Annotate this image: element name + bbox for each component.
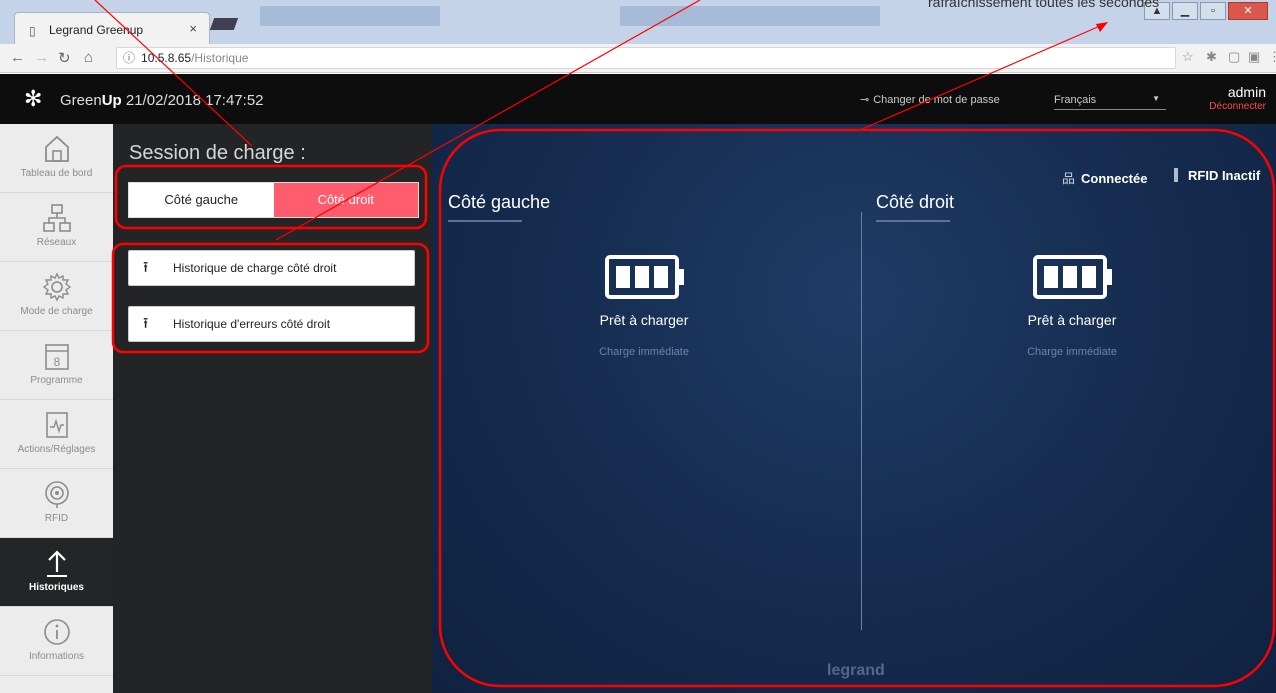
browser-toolbar: ← → ↻ ⌂ ⓘ 10.5.8.65/Historique ☆ ✱ ▢ ▣ ⋮	[0, 44, 1276, 73]
left-side-title: Côté gauche	[448, 192, 551, 212]
browser-tab[interactable]: ▯ Legrand Greenup ×	[14, 12, 210, 45]
window-controls: ▲ ▁ ▫ ✕	[1142, 2, 1268, 26]
language-select[interactable]: Français ▼	[1054, 94, 1166, 110]
window-maximize-icon[interactable]: ▫	[1200, 2, 1226, 20]
key-icon: ⊸	[860, 94, 870, 106]
rfid-card-icon	[1174, 168, 1178, 182]
tabstrip-background-decoration	[620, 6, 880, 26]
annotation-text: rafraîchissement toutes les secondes	[928, 0, 1160, 10]
sidebar-item-information[interactable]: Informations	[0, 607, 113, 676]
language-value: Français	[1054, 94, 1097, 106]
window-close-icon[interactable]: ✕	[1228, 2, 1268, 20]
username: admin	[1227, 84, 1266, 100]
side-toggle-left-button[interactable]: Côté gauche	[129, 183, 274, 217]
browser-tab-title: Legrand Greenup	[49, 23, 144, 37]
header-datetime: 21/02/2018 17:47:52	[125, 92, 264, 109]
calendar-day-number: 8	[53, 355, 60, 369]
sidebar-item-label: Historiques	[28, 582, 84, 593]
charge-history-button[interactable]: ⭱ Historique de charge côté droit	[128, 250, 415, 286]
sidebar-item-history[interactable]: Historiques	[0, 538, 113, 607]
sidebar-item-networks[interactable]: Réseaux	[0, 193, 113, 262]
left-side-state: Prêt à charger	[599, 312, 689, 328]
sidebar-item-label: Programme	[30, 375, 83, 386]
settings-gear-icon[interactable]: ✻	[24, 86, 42, 112]
battery-icon	[605, 255, 684, 299]
right-side-state: Prêt à charger	[1027, 312, 1117, 328]
left-side-mode: Charge immédiate	[599, 346, 689, 358]
reload-icon[interactable]: ↻	[58, 49, 71, 67]
home-icon[interactable]: ⌂	[84, 49, 93, 66]
error-history-label: Historique d'erreurs côté droit	[173, 317, 331, 331]
extension-icon[interactable]: ▢	[1228, 49, 1240, 65]
charge-history-label: Historique de charge côté droit	[173, 261, 337, 275]
sidebar-item-actions-settings[interactable]: Actions/Réglages	[0, 400, 113, 469]
title-underline	[448, 220, 522, 222]
change-password-link[interactable]: ⊸ Changer de mot de passe	[860, 93, 1000, 106]
side-toggle-right-button[interactable]: Côté droit	[273, 183, 418, 217]
sidebar-item-charge-mode[interactable]: Mode de charge	[0, 262, 113, 331]
sidebar: Tableau de bord Réseaux Mode de charge 8…	[0, 124, 113, 693]
right-side-mode: Charge immédiate	[1027, 346, 1117, 358]
upload-arrow-icon: ⭱	[143, 259, 149, 276]
left-side-panel: Côté gauche Prêt à charger Charge immédi…	[432, 184, 832, 644]
window-minimize-icon[interactable]: ▁	[1172, 2, 1198, 20]
caret-down-icon: ▼	[1152, 94, 1160, 103]
sidebar-item-dashboard[interactable]: Tableau de bord	[0, 124, 113, 193]
sidebar-item-rfid[interactable]: RFID	[0, 469, 113, 538]
calendar-icon: 8	[0, 341, 113, 371]
bookmark-star-icon[interactable]: ☆	[1182, 49, 1194, 65]
page-icon: ▯	[29, 24, 36, 38]
activity-icon	[0, 410, 113, 440]
back-arrow-icon[interactable]: ←	[10, 49, 25, 66]
change-password-label: Changer de mot de passe	[873, 94, 1000, 106]
error-history-button[interactable]: ⭱ Historique d'erreurs côté droit	[128, 306, 415, 342]
right-side-panel: Côté droit Prêt à charger Charge immédia…	[860, 184, 1260, 644]
brand-bold: Up	[101, 92, 122, 109]
network-icon	[0, 203, 113, 233]
app-header: ✻ GreenUp 21/02/2018 17:47:52 ⊸ Changer d…	[0, 74, 1276, 124]
gear-icon	[0, 272, 113, 302]
extension-icon[interactable]: ✱	[1206, 49, 1217, 65]
tab-close-icon[interactable]: ×	[189, 21, 197, 36]
logout-link[interactable]: Déconnecter	[1209, 101, 1266, 112]
info-icon[interactable]: ⓘ	[123, 51, 135, 65]
sidebar-item-program[interactable]: 8 Programme	[0, 331, 113, 400]
sidebar-item-label: Tableau de bord	[20, 168, 93, 179]
sidebar-item-label: Actions/Réglages	[17, 444, 96, 455]
title-underline	[876, 220, 950, 222]
brand-prefix: Green	[60, 92, 102, 109]
upload-arrow-icon	[0, 548, 113, 578]
tabstrip-background-decoration	[260, 6, 440, 26]
new-tab-button[interactable]	[209, 18, 239, 30]
session-title: Session de charge :	[129, 142, 306, 164]
sidebar-item-label: Mode de charge	[20, 306, 93, 317]
upload-arrow-icon: ⭱	[143, 315, 149, 332]
home-icon	[0, 134, 113, 164]
address-bar[interactable]: ⓘ 10.5.8.65/Historique	[116, 47, 1176, 69]
user-menu: admin Déconnecter	[1209, 84, 1266, 112]
legrand-logo: legrand	[827, 662, 885, 679]
side-toggle: Côté gauche Côté droit	[128, 182, 419, 218]
menu-icon[interactable]: ⋮	[1268, 49, 1276, 65]
url-path: /Historique	[191, 51, 249, 65]
right-side-title: Côté droit	[876, 192, 955, 212]
sidebar-item-label: Réseaux	[36, 237, 77, 248]
sidebar-item-label: Informations	[28, 651, 85, 662]
rfid-icon	[0, 479, 113, 509]
main-dashboard: 品 Connectée RFID Inactif Côté gauche Prêt…	[432, 124, 1276, 693]
sidebar-item-label: RFID	[44, 513, 69, 524]
rfid-status: RFID Inactif	[1174, 168, 1260, 183]
battery-icon	[1033, 255, 1112, 299]
session-panel: Session de charge : Côté gauche Côté dro…	[113, 124, 432, 693]
rfid-status-label: RFID Inactif	[1188, 168, 1261, 183]
extension-icon[interactable]: ▣	[1248, 49, 1260, 65]
forward-arrow-icon[interactable]: →	[34, 49, 49, 66]
app-brand: GreenUp 21/02/2018 17:47:52	[60, 92, 264, 109]
url-host: 10.5.8.65	[141, 51, 192, 65]
info-icon	[0, 617, 113, 647]
